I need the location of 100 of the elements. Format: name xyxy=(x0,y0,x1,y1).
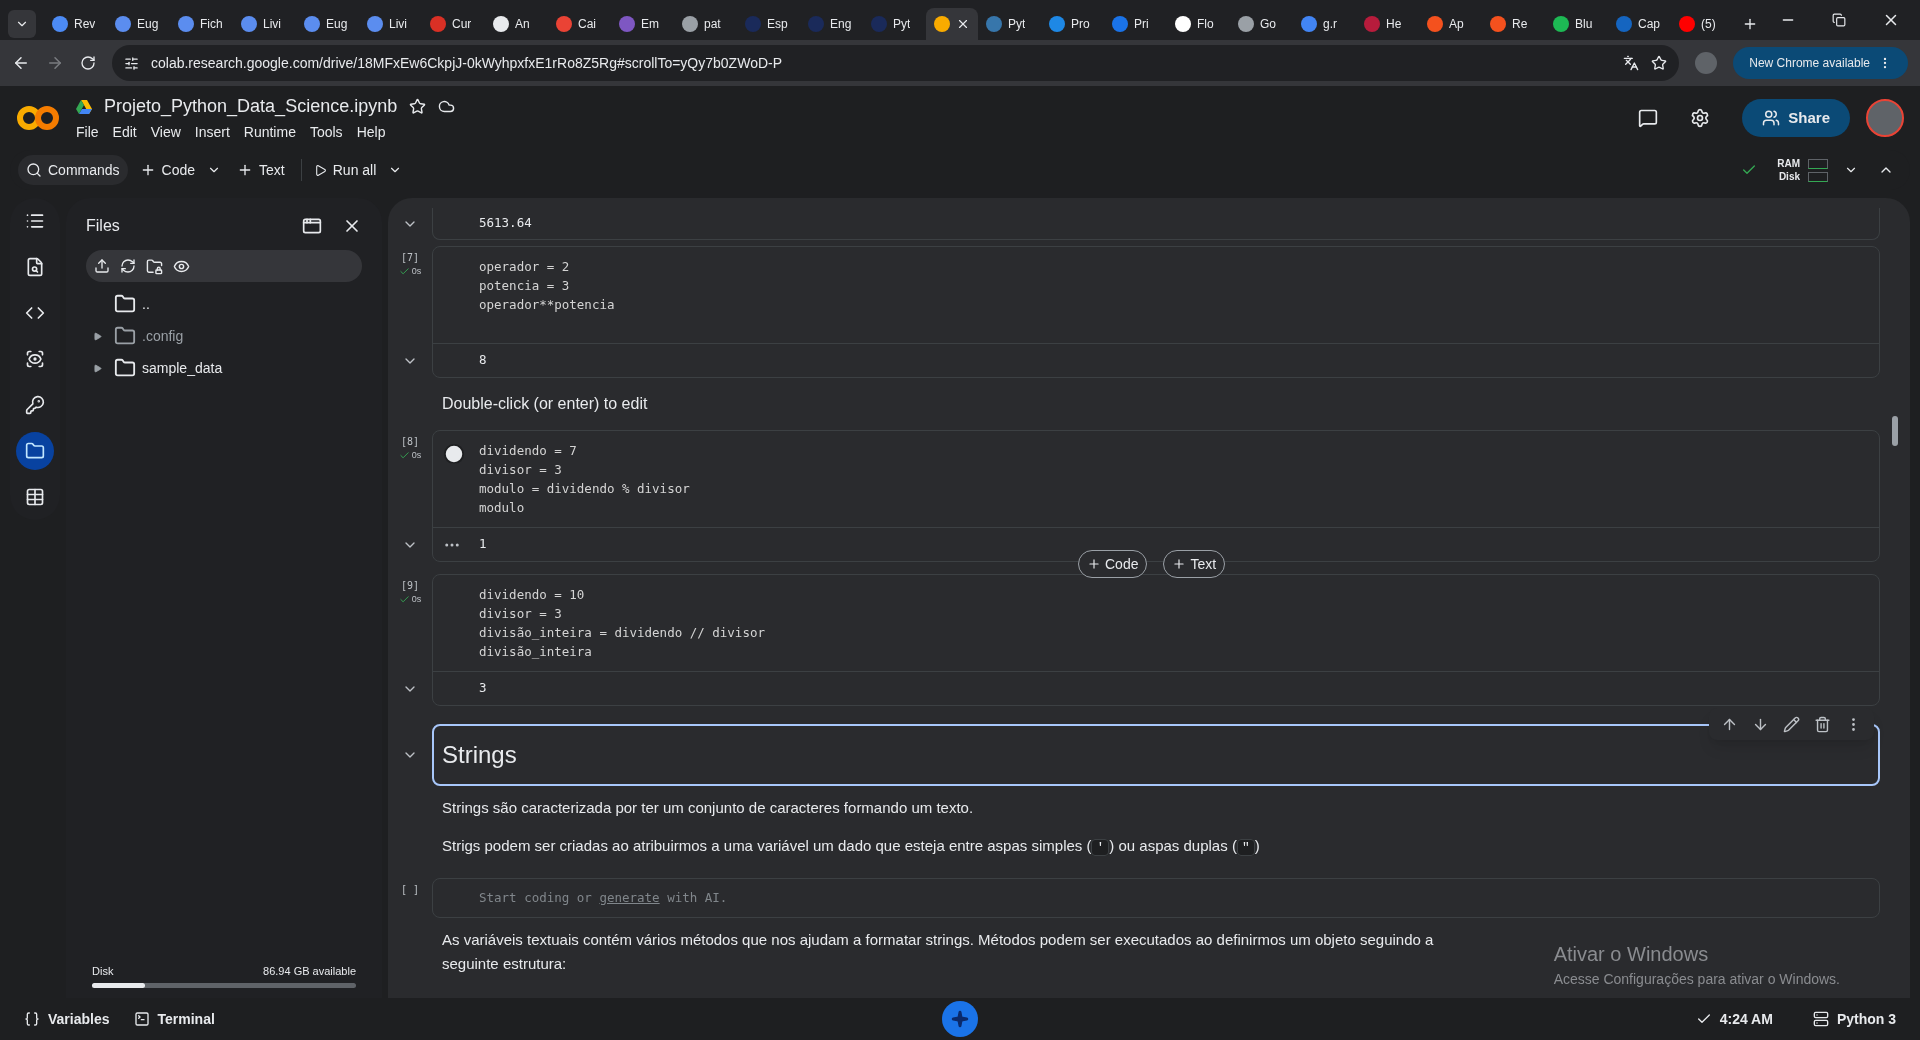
browser-tab[interactable]: Pro xyxy=(1041,8,1104,40)
delete-icon[interactable] xyxy=(1814,715,1831,733)
site-info-icon[interactable] xyxy=(124,55,139,71)
tab-title: Livi xyxy=(263,16,281,33)
tab-search-button[interactable] xyxy=(8,10,36,38)
cloud-icon[interactable] xyxy=(438,98,456,115)
browser-tab[interactable]: Ap xyxy=(1419,8,1482,40)
browser-tab[interactable]: Esp xyxy=(737,8,800,40)
code-input[interactable]: Start coding or generate with AI. xyxy=(432,878,1880,918)
folder-icon[interactable] xyxy=(16,432,54,470)
browser-tab[interactable]: Livi xyxy=(233,8,296,40)
code-cell[interactable]: operador = 2 potencia = 3 operador**potencia 8 xyxy=(432,246,1880,378)
browser-tab[interactable]: An xyxy=(485,8,548,40)
browser-tab[interactable]: Go xyxy=(1230,8,1293,40)
tab-title: Rev xyxy=(74,16,96,33)
browser-tab[interactable]: g.r xyxy=(1293,8,1356,40)
share-button[interactable]: Share xyxy=(1742,99,1850,137)
browser-tab[interactable]: Pri xyxy=(1104,8,1167,40)
browser-tab[interactable]: Eug xyxy=(107,8,170,40)
browser-tab[interactable]: Rev xyxy=(44,8,107,40)
gemini-button[interactable] xyxy=(942,1001,978,1037)
restore-icon[interactable] xyxy=(1832,13,1846,27)
ram-meter xyxy=(1808,158,1828,169)
terminal-button[interactable]: Terminal xyxy=(133,1008,215,1030)
star-icon[interactable] xyxy=(409,98,427,115)
browser-tab[interactable]: pat xyxy=(674,8,737,40)
commands-button[interactable]: Commands xyxy=(18,155,128,185)
browser-tab[interactable]: Livi xyxy=(359,8,422,40)
expand-icon[interactable] xyxy=(92,331,102,341)
settings-icon[interactable] xyxy=(1690,108,1711,128)
browser-tab[interactable] xyxy=(926,8,978,40)
expand-icon[interactable] xyxy=(92,363,102,373)
folder-lock-icon[interactable] xyxy=(146,257,163,275)
tab-title: Blu xyxy=(1575,16,1593,33)
tab-title: (5) xyxy=(1701,16,1716,33)
back-icon[interactable] xyxy=(12,54,30,72)
tab-title: Go xyxy=(1260,16,1276,33)
file-tree-item[interactable]: .. xyxy=(86,288,362,320)
scrollbar-thumb xyxy=(1892,416,1898,446)
menu-item[interactable]: File xyxy=(76,122,99,143)
file-tree-item[interactable]: sample_data xyxy=(86,352,362,384)
browser-tab[interactable]: Flo xyxy=(1167,8,1230,40)
tab-title: Em xyxy=(641,16,659,33)
file-tree-item[interactable]: .config xyxy=(86,320,362,352)
execution-count: [7] xyxy=(400,251,420,265)
comments-icon[interactable] xyxy=(1638,108,1659,128)
heading-cell[interactable]: Strings xyxy=(432,724,1880,786)
runtime-status[interactable]: Python 3 xyxy=(1812,1008,1896,1030)
add-code-button[interactable]: Code xyxy=(1078,550,1148,578)
window-icon[interactable] xyxy=(302,216,322,236)
tab-title: Pyt xyxy=(1008,16,1026,33)
address-bar[interactable]: colab.research.google.com/drive/18MFxEw6CkpjJ-0kWyhpxfxE1rRo8Z5Rg#scrollTo=yQy7b0ZWoD-P xyxy=(112,45,1680,81)
notebook-title[interactable]: Projeto_Python_Data_Science.ipynb xyxy=(104,93,398,120)
menu-item[interactable]: Insert xyxy=(194,122,230,143)
add-text-button[interactable]: Text xyxy=(1163,550,1226,578)
upload-icon[interactable] xyxy=(94,258,110,274)
run-button[interactable] xyxy=(443,443,465,465)
refresh-icon[interactable] xyxy=(120,258,136,274)
bookmark-icon[interactable] xyxy=(1651,55,1668,71)
panel-title: Files xyxy=(86,216,121,236)
browser-tab[interactable]: Re xyxy=(1482,8,1545,40)
browser-tab[interactable]: He xyxy=(1356,8,1419,40)
variables-button[interactable]: Variables xyxy=(24,1008,110,1030)
browser-tab[interactable]: Eug xyxy=(296,8,359,40)
browser-tab[interactable]: Cap xyxy=(1608,8,1671,40)
browser-tab[interactable]: Fich xyxy=(170,8,233,40)
browser-tab[interactable]: (5) xyxy=(1671,8,1734,40)
browser-tab[interactable]: Em xyxy=(611,8,674,40)
run-all-button[interactable]: Run all xyxy=(309,155,381,185)
close-icon[interactable] xyxy=(956,17,970,31)
user-avatar[interactable] xyxy=(1866,99,1904,137)
browser-tab[interactable]: Eng xyxy=(800,8,863,40)
add-text-button[interactable]: Text xyxy=(229,155,293,185)
paragraph: Strings são caracterizada por ter um conjunto de caracteres formando um texto. xyxy=(442,798,975,818)
menu-item[interactable]: Edit xyxy=(112,122,137,143)
browser-tab[interactable]: Pyt xyxy=(978,8,1041,40)
reload-icon[interactable] xyxy=(80,55,96,71)
folder-icon xyxy=(114,357,136,379)
code-cell[interactable]: dividendo = 10 divisor = 3 divisão_inteira = dividendo // divisor divisão_inteira 3 xyxy=(432,574,1880,706)
text-cell[interactable]: Double-click (or enter) to edit xyxy=(442,395,648,412)
execution-time: 0s xyxy=(411,265,422,278)
translate-icon[interactable] xyxy=(1623,55,1640,71)
add-code-button[interactable]: Code xyxy=(135,155,200,185)
tab-title: Eug xyxy=(326,16,348,33)
browser-tab[interactable]: Blu xyxy=(1545,8,1608,40)
generate-link[interactable]: generate xyxy=(599,889,660,905)
menu-item[interactable]: View xyxy=(150,122,181,143)
new-tab-icon[interactable] xyxy=(1742,16,1758,32)
plus-icon xyxy=(1172,557,1187,571)
activation-text: Acesse Configurações para ativar o Windows. xyxy=(1553,970,1840,989)
browser-tab[interactable]: Cai xyxy=(548,8,611,40)
menu-item[interactable]: Runtime xyxy=(243,122,296,143)
browser-tab[interactable]: Cur xyxy=(422,8,485,40)
menu-item[interactable]: Help xyxy=(356,122,386,143)
browser-tab[interactable]: Pyt xyxy=(863,8,926,40)
edit-icon[interactable] xyxy=(1783,715,1800,733)
update-button[interactable]: New Chrome available xyxy=(1733,47,1908,79)
colab-logo xyxy=(16,104,60,132)
forward-icon[interactable] xyxy=(46,54,64,72)
menu-item[interactable]: Tools xyxy=(309,122,343,143)
